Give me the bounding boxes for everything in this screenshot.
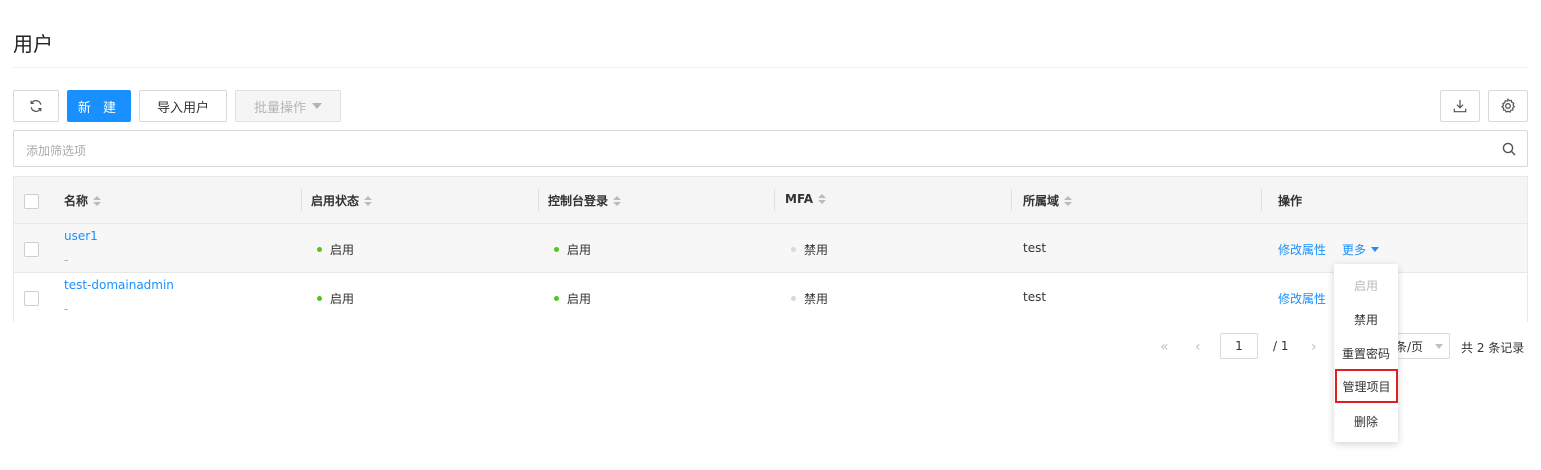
more-actions-button[interactable]: 更多 bbox=[1342, 241, 1380, 258]
sort-icon bbox=[364, 195, 373, 206]
column-divider bbox=[538, 189, 539, 211]
gear-icon bbox=[1501, 98, 1516, 113]
mfa-text: 禁用 bbox=[804, 243, 829, 257]
status-cell: 启用 bbox=[317, 290, 354, 307]
status-dot-icon bbox=[554, 247, 559, 252]
user-description: - bbox=[64, 302, 69, 316]
status-cell: 启用 bbox=[317, 241, 354, 258]
import-users-button[interactable]: 导入用户 bbox=[139, 90, 227, 122]
download-button[interactable] bbox=[1440, 90, 1480, 122]
menu-item-disable[interactable]: 禁用 bbox=[1334, 302, 1398, 336]
column-divider bbox=[301, 189, 302, 211]
settings-button[interactable] bbox=[1488, 90, 1528, 122]
more-actions-menu: 启用 禁用 重置密码 管理项目 删除 bbox=[1334, 264, 1398, 442]
column-header-status[interactable]: 启用状态 bbox=[311, 192, 373, 209]
edit-attributes-link[interactable]: 修改属性 bbox=[1278, 290, 1326, 307]
table-row: test-domainadmin - 启用 启用 禁用 test 修改属性 bbox=[14, 273, 1527, 322]
column-header-label: MFA bbox=[785, 192, 814, 206]
batch-actions-button[interactable]: 批量操作 bbox=[235, 90, 341, 122]
table-row: user1 - 启用 启用 禁用 test 修改属性 更多 bbox=[14, 224, 1527, 273]
page-size-label: 条/页 bbox=[1395, 339, 1424, 354]
column-divider bbox=[774, 189, 775, 211]
table-header: 名称 启用状态 控制台登录 MFA 所属域 操作 bbox=[14, 177, 1527, 224]
first-page-icon[interactable]: « bbox=[1160, 339, 1169, 355]
column-header-console-login[interactable]: 控制台登录 bbox=[548, 192, 622, 209]
next-page-icon[interactable]: › bbox=[1311, 339, 1317, 355]
column-header-mfa[interactable]: MFA bbox=[785, 192, 827, 206]
sort-icon bbox=[613, 195, 622, 206]
title-divider bbox=[13, 67, 1528, 68]
status-text: 启用 bbox=[330, 292, 355, 306]
more-label: 更多 bbox=[1342, 243, 1367, 257]
domain-cell: test bbox=[1023, 241, 1047, 255]
prev-page-icon[interactable]: ‹ bbox=[1195, 339, 1201, 355]
console-login-cell: 启用 bbox=[554, 290, 591, 307]
batch-actions-label: 批量操作 bbox=[253, 100, 306, 116]
console-login-text: 启用 bbox=[567, 292, 592, 306]
filter-input[interactable]: 添加筛选项 bbox=[13, 130, 1528, 167]
sort-icon bbox=[818, 194, 827, 204]
column-divider bbox=[1261, 189, 1262, 211]
column-header-name[interactable]: 名称 bbox=[64, 192, 102, 209]
page-number-input[interactable]: 1 bbox=[1220, 333, 1258, 359]
caret-down-icon bbox=[1371, 247, 1380, 252]
filter-placeholder: 添加筛选项 bbox=[26, 144, 87, 158]
status-dot-icon bbox=[791, 247, 796, 252]
column-header-label: 操作 bbox=[1278, 194, 1303, 208]
status-text: 启用 bbox=[330, 243, 355, 257]
page-title: 用户 bbox=[13, 32, 53, 56]
column-header-actions: 操作 bbox=[1278, 192, 1302, 209]
refresh-icon bbox=[30, 100, 42, 112]
row-checkbox[interactable] bbox=[24, 291, 39, 306]
users-table: 名称 启用状态 控制台登录 MFA 所属域 操作 user1 - 启用 启用 禁… bbox=[13, 176, 1528, 322]
column-header-label: 控制台登录 bbox=[548, 194, 609, 208]
edit-attributes-link[interactable]: 修改属性 bbox=[1278, 241, 1326, 258]
mfa-cell: 禁用 bbox=[791, 290, 828, 307]
column-header-domain[interactable]: 所属域 bbox=[1023, 192, 1073, 209]
caret-down-icon bbox=[312, 103, 322, 109]
domain-cell: test bbox=[1023, 290, 1047, 304]
page-size-select[interactable]: 条/页 bbox=[1392, 333, 1450, 359]
sort-icon bbox=[93, 195, 102, 206]
status-dot-icon bbox=[554, 296, 559, 301]
console-login-text: 启用 bbox=[567, 243, 592, 257]
menu-item-enable[interactable]: 启用 bbox=[1334, 268, 1398, 302]
select-all-checkbox[interactable] bbox=[24, 194, 39, 209]
user-name-link[interactable]: test-domainadmin bbox=[64, 278, 174, 292]
column-header-label: 启用状态 bbox=[311, 194, 360, 208]
column-header-label: 名称 bbox=[64, 194, 89, 208]
sort-icon bbox=[1064, 195, 1073, 206]
menu-item-manage-projects[interactable]: 管理项目 bbox=[1335, 369, 1398, 403]
mfa-text: 禁用 bbox=[804, 292, 829, 306]
total-pages: / 1 bbox=[1273, 339, 1289, 353]
refresh-button[interactable] bbox=[13, 90, 59, 122]
chevron-down-icon bbox=[1435, 344, 1443, 349]
user-name-link[interactable]: user1 bbox=[64, 229, 98, 243]
new-button[interactable]: 新 建 bbox=[67, 90, 131, 122]
user-description: - bbox=[64, 253, 69, 267]
status-dot-icon bbox=[791, 296, 796, 301]
mfa-cell: 禁用 bbox=[791, 241, 828, 258]
status-dot-icon bbox=[317, 247, 322, 252]
console-login-cell: 启用 bbox=[554, 241, 591, 258]
download-icon bbox=[1453, 99, 1467, 113]
status-dot-icon bbox=[317, 296, 322, 301]
menu-item-reset-password[interactable]: 重置密码 bbox=[1334, 336, 1398, 370]
total-records: 共 2 条记录 bbox=[1461, 341, 1525, 355]
column-header-label: 所属域 bbox=[1023, 194, 1060, 208]
search-icon[interactable] bbox=[1501, 141, 1517, 157]
column-divider bbox=[1011, 189, 1012, 211]
menu-item-delete[interactable]: 删除 bbox=[1334, 404, 1398, 438]
row-checkbox[interactable] bbox=[24, 242, 39, 257]
